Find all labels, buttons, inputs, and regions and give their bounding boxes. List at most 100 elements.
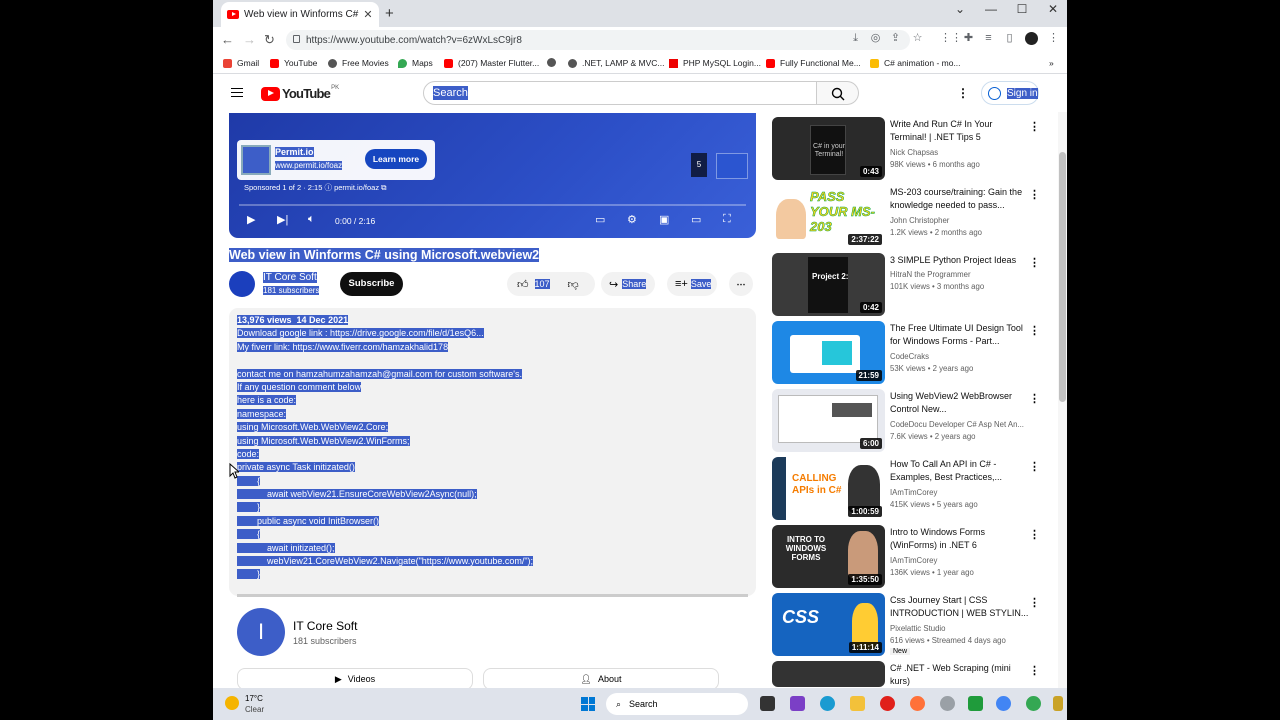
file-explorer-icon[interactable] bbox=[850, 696, 865, 711]
chrome-profile-icon[interactable] bbox=[1026, 696, 1041, 711]
rec-more-icon[interactable]: ⋮ bbox=[1029, 324, 1040, 337]
rec-item[interactable]: C# .NET - Web Scraping (mini kurs) ⋮ bbox=[771, 660, 1041, 688]
subtitles-icon[interactable]: ▭ bbox=[595, 213, 605, 226]
rec-item[interactable]: INTRO TO WINDOWS FORMS 1:35:50 Intro to … bbox=[771, 524, 1041, 588]
rec-more-icon[interactable]: ⋮ bbox=[1029, 120, 1040, 133]
ad-overlay[interactable]: Permit.io www.permit.io/foaz Learn more bbox=[237, 140, 435, 180]
bookmark-maps[interactable]: Maps bbox=[398, 58, 433, 68]
play-icon[interactable]: ▶ bbox=[247, 213, 255, 226]
more-actions-icon[interactable]: ⋯ bbox=[729, 272, 753, 296]
rec-item[interactable]: C# in your Terminal! 0:43 Write And Run … bbox=[771, 116, 1041, 180]
minimize-icon[interactable]: — bbox=[976, 2, 1006, 16]
rec-item[interactable]: 6:00 Using WebView2 WebBrowser Control N… bbox=[771, 388, 1041, 452]
maximize-icon[interactable]: ☐ bbox=[1007, 2, 1037, 16]
profile-avatar-icon[interactable] bbox=[1025, 32, 1038, 45]
new-tab-icon[interactable]: + bbox=[385, 5, 394, 22]
close-window-icon[interactable]: ✕ bbox=[1038, 2, 1067, 16]
rec-more-icon[interactable]: ⋮ bbox=[1029, 460, 1040, 473]
bookmark-flutter[interactable]: (207) Master Flutter... bbox=[444, 58, 539, 68]
channel-card-name[interactable]: IT Core Soft bbox=[293, 619, 357, 633]
rec-more-icon[interactable]: ⋮ bbox=[1029, 188, 1040, 201]
page-scrollbar[interactable] bbox=[1058, 112, 1067, 688]
windows-start-icon[interactable] bbox=[581, 697, 595, 711]
channel-card-avatar[interactable]: I bbox=[237, 608, 285, 656]
channel-name[interactable]: IT Core Soft bbox=[263, 272, 317, 283]
sidebar-icon[interactable]: ▯ bbox=[1003, 32, 1016, 45]
rec-item[interactable]: CALLING APIs in C# 1:00:59 How To Call A… bbox=[771, 456, 1041, 520]
bookmark-star-icon[interactable]: ☆ bbox=[911, 32, 924, 45]
forward-icon[interactable]: → bbox=[243, 32, 256, 47]
puzzle-icon[interactable]: ✚ bbox=[962, 32, 975, 45]
extension-grid-icon[interactable]: ⋮⋮ bbox=[940, 32, 962, 45]
upwork-icon[interactable] bbox=[968, 696, 983, 711]
bookmark-fully-functional[interactable]: Fully Functional Me... bbox=[766, 58, 861, 68]
next-icon[interactable]: ▶| bbox=[277, 213, 288, 226]
rec-item[interactable]: Project 2: 0:42 3 SIMPLE Python Project … bbox=[771, 252, 1041, 316]
volume-icon[interactable]: 🔈︎ bbox=[308, 213, 315, 226]
menu-icon[interactable] bbox=[231, 88, 243, 97]
back-icon[interactable]: ← bbox=[221, 32, 234, 47]
miniplayer-icon[interactable]: ▣ bbox=[659, 213, 669, 226]
rec-more-icon[interactable]: ⋮ bbox=[1029, 664, 1040, 677]
like-count[interactable]: 107 bbox=[534, 279, 550, 289]
opera-icon[interactable] bbox=[880, 696, 895, 711]
taskbar-search[interactable]: ⌕ Search bbox=[606, 693, 748, 715]
bookmark-globe[interactable] bbox=[547, 58, 561, 67]
visual-studio-icon[interactable] bbox=[790, 696, 805, 711]
address-bar[interactable]: https://www.youtube.com/watch?v=6zWxLsC9… bbox=[286, 30, 910, 50]
rec-more-icon[interactable]: ⋮ bbox=[1029, 596, 1040, 609]
thumbs-down-icon[interactable]: 👎︎ bbox=[568, 278, 579, 291]
rec-item[interactable]: CSS 1:11:14 Css Journey Start | CSS INTR… bbox=[771, 592, 1041, 656]
channel-avatar[interactable] bbox=[229, 271, 255, 297]
taskbar-overflow-icon[interactable] bbox=[1053, 696, 1063, 711]
bookmark-dotnet[interactable]: .NET, LAMP & MVC... bbox=[568, 58, 665, 68]
close-tab-icon[interactable]: ✕ bbox=[361, 8, 375, 21]
tab-search-icon[interactable]: ⌄ bbox=[945, 2, 975, 16]
bookmark-free-movies[interactable]: Free Movies bbox=[328, 58, 389, 68]
app-icon[interactable] bbox=[940, 696, 955, 711]
scroll-thumb[interactable] bbox=[1059, 152, 1066, 402]
rec-more-icon[interactable]: ⋮ bbox=[1029, 256, 1040, 269]
bookmark-youtube[interactable]: YouTube bbox=[270, 58, 317, 68]
about-tab-button[interactable]: 👤︎ About bbox=[483, 668, 719, 688]
eye-off-icon[interactable]: ◎ bbox=[869, 32, 882, 45]
tab-bar: Web view in Winforms C# using ✕ + ⌄ — ☐ … bbox=[213, 0, 1067, 27]
video-player[interactable]: Permit.io www.permit.io/foaz Learn more … bbox=[229, 113, 756, 238]
install-icon[interactable]: ⤓ bbox=[849, 32, 862, 45]
rec-item[interactable]: PASS YOUR MS-203 2:37:22 MS-203 course/t… bbox=[771, 184, 1041, 248]
learn-more-button[interactable]: Learn more bbox=[365, 149, 427, 169]
youtube-logo[interactable]: YouTube PK bbox=[261, 85, 339, 101]
share-button[interactable]: ↪ Share bbox=[601, 272, 655, 296]
search-button[interactable] bbox=[817, 81, 859, 105]
gear-icon[interactable]: ⚙ bbox=[627, 213, 637, 226]
save-button[interactable]: ≡+ Save bbox=[667, 272, 717, 296]
chrome-icon[interactable] bbox=[996, 696, 1011, 711]
reading-list-icon[interactable]: ≡ bbox=[982, 32, 995, 45]
description-box[interactable]: 13,976 views 14 Dec 2021 Download google… bbox=[229, 308, 756, 596]
bookmark-php[interactable]: PHP MySQL Login... bbox=[669, 58, 761, 68]
rec-more-icon[interactable]: ⋮ bbox=[1029, 392, 1040, 405]
desc-line: If any question comment below bbox=[237, 381, 362, 392]
progress-bar[interactable] bbox=[239, 204, 746, 206]
fullscreen-icon[interactable]: ⛶ bbox=[723, 213, 731, 226]
chrome-menu-icon[interactable]: ⋮ bbox=[1047, 32, 1060, 45]
firefox-icon[interactable] bbox=[910, 696, 925, 711]
theater-icon[interactable]: ▭ bbox=[691, 213, 701, 226]
search-input[interactable]: Search bbox=[423, 81, 817, 105]
subscribe-button[interactable]: Subscribe bbox=[340, 272, 403, 296]
edge-icon[interactable] bbox=[820, 696, 835, 711]
view-stats: 13,976 views 14 Dec 2021 bbox=[237, 315, 349, 325]
reload-icon[interactable]: ↻ bbox=[264, 32, 275, 48]
bookmark-csharp-animation[interactable]: C# animation - mo... bbox=[870, 58, 961, 68]
bookmarks-overflow-icon[interactable]: » bbox=[1049, 58, 1054, 68]
rec-item[interactable]: 21:59 The Free Ultimate UI Design Tool f… bbox=[771, 320, 1041, 384]
browser-tab[interactable]: Web view in Winforms C# using ✕ bbox=[221, 2, 379, 27]
task-view-icon[interactable] bbox=[760, 696, 775, 711]
settings-more-icon[interactable]: ⋮ bbox=[957, 86, 969, 100]
sign-in-button[interactable]: Sign in bbox=[981, 81, 1039, 105]
rec-more-icon[interactable]: ⋮ bbox=[1029, 528, 1040, 541]
videos-tab-button[interactable]: ▶︎ Videos bbox=[237, 668, 473, 688]
thumbs-up-icon[interactable]: 👍︎ bbox=[517, 278, 529, 291]
share-page-icon[interactable]: ⇪ bbox=[889, 32, 902, 45]
bookmark-gmail[interactable]: Gmail bbox=[223, 58, 259, 68]
